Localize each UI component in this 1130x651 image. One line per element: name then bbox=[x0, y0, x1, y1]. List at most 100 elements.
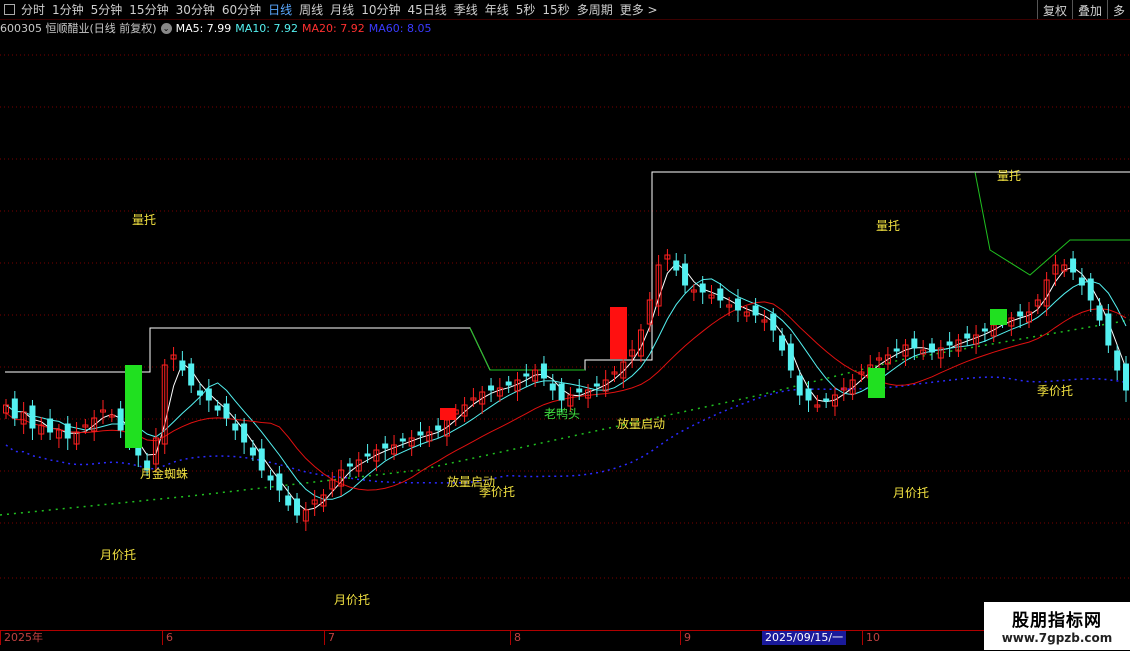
candle-body-105 bbox=[928, 343, 935, 353]
candle-body-55 bbox=[488, 385, 495, 391]
candle-body-7 bbox=[64, 423, 71, 439]
signal-label-jjt2: 季价托 bbox=[1037, 384, 1073, 398]
candle-body-20 bbox=[179, 360, 186, 371]
candle-body-27 bbox=[241, 423, 248, 443]
period-tab-5[interactable]: 60分钟 bbox=[222, 1, 261, 18]
period-tab-0[interactable]: 分时 bbox=[21, 1, 45, 18]
candle-body-81 bbox=[717, 288, 724, 301]
signal-label-lt2: 量托 bbox=[876, 219, 900, 233]
support-step-green-1 bbox=[469, 327, 585, 371]
candle-body-103 bbox=[911, 338, 918, 349]
candle-body-91 bbox=[805, 388, 812, 401]
watermark-url: www.7gpzb.com bbox=[1001, 631, 1113, 645]
chart-grid bbox=[0, 54, 1130, 579]
kline-chart[interactable]: 量托 量托量托月金蜘蛛月价托月价托月价托季价托季价托放量启动放量启动老鸭头 bbox=[0, 36, 1130, 630]
candle-body-45 bbox=[399, 438, 406, 442]
candle-body-124 bbox=[1096, 305, 1103, 321]
candle-body-47 bbox=[417, 431, 424, 436]
watermark-title: 股朋指标网 bbox=[1012, 611, 1102, 631]
candle-body-32 bbox=[285, 495, 292, 506]
period-tab-8[interactable]: 月线 bbox=[330, 1, 354, 18]
signal-label-lt3: 量托 bbox=[997, 169, 1021, 183]
candle-body-88 bbox=[779, 335, 786, 351]
candle-body-49 bbox=[435, 425, 442, 431]
period-tab-6[interactable]: 日线 bbox=[268, 1, 292, 18]
site-watermark: 股朋指标网 www.7gpzb.com bbox=[984, 602, 1130, 650]
candle-body-57 bbox=[505, 381, 512, 386]
axis-year-label: 2025年 bbox=[0, 631, 43, 645]
collapse-icon[interactable] bbox=[4, 4, 15, 15]
period-tab-15[interactable]: 多周期 bbox=[577, 1, 613, 18]
period-tab-2[interactable]: 5分钟 bbox=[91, 1, 123, 18]
axis-month-7: 7 bbox=[324, 631, 335, 645]
candle-body-30 bbox=[267, 475, 274, 481]
candle-body-23 bbox=[205, 388, 212, 401]
period-tab-3[interactable]: 15分钟 bbox=[129, 1, 168, 18]
signal-label-lyt: 老鸭头 bbox=[544, 407, 580, 421]
candle-body-83 bbox=[734, 298, 741, 311]
candle-body-5 bbox=[47, 418, 54, 433]
candle-body-107 bbox=[946, 341, 953, 346]
candle-body-26 bbox=[232, 423, 239, 431]
period-tab-14[interactable]: 15秒 bbox=[542, 1, 569, 18]
candle-body-85 bbox=[752, 305, 759, 316]
candle-body-22 bbox=[197, 390, 204, 396]
period-tab-10[interactable]: 45日线 bbox=[407, 1, 446, 18]
period-tab-12[interactable]: 年线 bbox=[485, 1, 509, 18]
axis-month-6: 6 bbox=[162, 631, 173, 645]
candle-body-101 bbox=[893, 348, 900, 352]
ma10-value: MA10: 7.92 bbox=[235, 21, 299, 35]
signal-label-yjt2: 月价托 bbox=[334, 593, 370, 607]
signal-candle-green-2 bbox=[868, 368, 885, 398]
period-tab-16[interactable]: 更多 > bbox=[620, 1, 658, 18]
ma5-value: MA5: 7.99 bbox=[175, 21, 232, 35]
ma60-value: MA60: 8.05 bbox=[368, 21, 432, 35]
signal-candle-green-3 bbox=[990, 309, 1007, 325]
candle-body-33 bbox=[294, 498, 301, 516]
candle-body-13 bbox=[117, 408, 124, 431]
toolbar-right-buttons: 复权 叠加多 bbox=[1036, 0, 1130, 19]
settings-icon[interactable]: ⌄ bbox=[160, 22, 172, 34]
signal-label-yjt3: 月价托 bbox=[893, 486, 929, 500]
candle-body-25 bbox=[223, 403, 230, 419]
period-tab-4[interactable]: 30分钟 bbox=[176, 1, 215, 18]
axis-cursor-date: 2025/09/15/一 bbox=[762, 631, 847, 645]
candle-body-126 bbox=[1114, 350, 1121, 371]
period-toolbar: 分时 1分钟 5分钟 15分钟 30分钟 60分钟 日线 周线 月线 10分钟 45日线 季线 年线 5秒… bbox=[0, 0, 1130, 20]
period-tab-9[interactable]: 10分钟 bbox=[361, 1, 400, 18]
candle-body-24 bbox=[214, 405, 221, 411]
toolbar-button-1[interactable]: 叠加 bbox=[1071, 0, 1107, 19]
candle-body-123 bbox=[1087, 278, 1094, 301]
candle-body-3 bbox=[29, 405, 36, 429]
candle-body-31 bbox=[276, 473, 283, 491]
candle-body-61 bbox=[540, 363, 547, 379]
candle-body-59 bbox=[523, 373, 530, 377]
candle-body-65 bbox=[576, 388, 583, 393]
candle-body-28 bbox=[249, 447, 256, 456]
toolbar-button-0[interactable]: 复权 bbox=[1036, 0, 1072, 19]
axis-month-8: 8 bbox=[510, 631, 521, 645]
candle-body-122 bbox=[1078, 277, 1085, 286]
candle-body-79 bbox=[699, 283, 706, 293]
candle-body-87 bbox=[770, 313, 777, 331]
signal-candle-red-2 bbox=[440, 408, 456, 420]
axis-month-10: 10 bbox=[862, 631, 880, 645]
candle-body-111 bbox=[981, 328, 988, 332]
candle-body-125 bbox=[1105, 313, 1112, 346]
candle-body-109 bbox=[964, 333, 971, 339]
signal-candle-red-1 bbox=[610, 307, 627, 359]
candle-body-1 bbox=[11, 398, 18, 419]
candle-body-39 bbox=[346, 463, 353, 467]
candle-body-115 bbox=[1017, 311, 1024, 317]
candle-body-90 bbox=[796, 375, 803, 396]
candle-body-21 bbox=[188, 363, 195, 386]
support-step-green-2 bbox=[974, 171, 1130, 276]
toolbar-button-2[interactable]: 多 bbox=[1106, 0, 1130, 19]
candle-body-63 bbox=[558, 383, 565, 401]
period-tab-1[interactable]: 1分钟 bbox=[52, 1, 84, 18]
period-tab-11[interactable]: 季线 bbox=[454, 1, 478, 18]
period-tab-7[interactable]: 周线 bbox=[299, 1, 323, 18]
period-tab-13[interactable]: 5秒 bbox=[516, 1, 536, 18]
candle-body-93 bbox=[823, 398, 830, 402]
date-axis: 2025年 6 7 8 9 2025/09/15/一 10 bbox=[0, 630, 1130, 651]
